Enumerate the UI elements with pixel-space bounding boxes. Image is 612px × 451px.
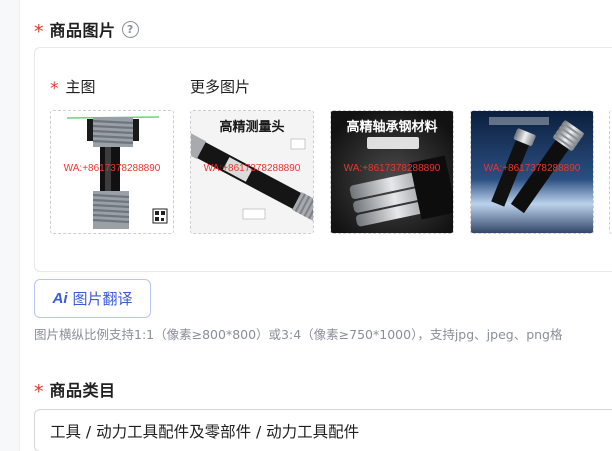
- image-section-title: 商品图片: [49, 21, 116, 40]
- thumbnail-title: 高精测量头: [219, 120, 285, 135]
- main-image-label-text: 主图: [65, 78, 96, 96]
- more-images-label-text: 更多图片: [190, 78, 251, 96]
- required-mark: *: [34, 20, 44, 43]
- required-mark: *: [34, 380, 44, 403]
- ai-icon: Ai: [52, 290, 68, 307]
- more-image-thumbnail-2[interactable]: 高精轴承钢材料 WA:+8617378288890: [330, 110, 454, 234]
- image-requirements-hint: 图片横纵比例支持1:1（像素≥800*800）或3:4（像素≥750*1000）…: [34, 327, 563, 342]
- main-image-label: * 主图: [50, 76, 96, 99]
- category-section-title: 商品类目: [49, 381, 116, 400]
- required-mark: *: [50, 79, 59, 99]
- watermark-text: WA:+8617378288890: [63, 163, 161, 174]
- watermark-text: WA:+8617378288890: [203, 163, 301, 174]
- watermark-text: WA:+8617378288890: [343, 163, 441, 174]
- image-section-header: * 商品图片 ?: [34, 17, 139, 41]
- more-image-thumbnail-1[interactable]: 高精测量头 WA:+8617378288890: [190, 110, 314, 234]
- image-translate-button[interactable]: Ai 图片翻译: [34, 279, 151, 318]
- question-circle-icon[interactable]: ?: [121, 20, 139, 38]
- thumbnail-title: 高精轴承钢材料: [346, 120, 438, 135]
- main-image-thumbnail[interactable]: WA:+8617378288890: [50, 110, 174, 234]
- watermark-text: WA:+8617378288890: [483, 163, 581, 174]
- left-panel-edge: [0, 0, 20, 451]
- more-images-label: 更多图片: [190, 76, 250, 97]
- category-select-field[interactable]: 工具 / 动力工具配件及零部件 / 动力工具配件: [34, 409, 612, 451]
- image-translate-label: 图片翻译: [72, 290, 133, 308]
- more-image-thumbnail-3[interactable]: WA:+8617378288890: [470, 110, 594, 234]
- category-section-header: * 商品类目: [34, 377, 116, 401]
